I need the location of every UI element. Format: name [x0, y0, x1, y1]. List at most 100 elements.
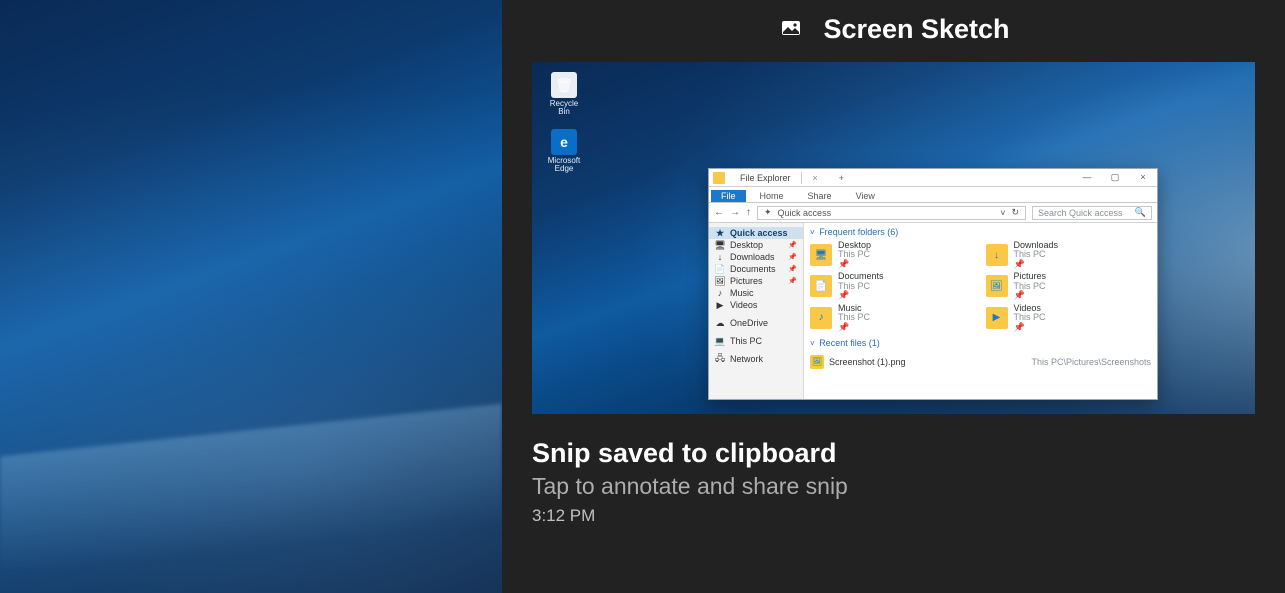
sidebar-item: 🖼 Pictures 📌	[709, 275, 803, 287]
pin-icon: 📌	[1014, 291, 1047, 300]
thumbnail-desktop-icons: 🗑 Recycle Bin e Microsoft Edge	[544, 72, 604, 186]
notification-body[interactable]: Snip saved to clipboard Tap to annotate …	[502, 414, 1285, 526]
new-tab-icon: +	[829, 173, 844, 183]
sidebar-item-label: Videos	[730, 300, 757, 310]
folder-item: ▶VideosThis PC📌	[986, 304, 1152, 332]
sidebar-item: ☁ OneDrive	[709, 317, 803, 329]
folder-item: 📄DocumentsThis PC📌	[810, 272, 976, 300]
group-recent-files: ˅ Recent files (1)	[810, 338, 1151, 348]
sidebar-item: 🖥 Desktop 📌	[709, 239, 803, 251]
minimize-icon: —	[1073, 172, 1101, 183]
sidebar-item: ↓Downloads📌	[709, 251, 803, 263]
sidebar-item-label: Downloads	[730, 252, 775, 262]
folder-icon: ♪	[810, 307, 832, 329]
notification-title: Snip saved to clipboard	[532, 438, 1255, 469]
sidebar-item: 💻 This PC	[709, 335, 803, 347]
pin-icon: 📌	[788, 265, 797, 273]
pin-icon: 📌	[1014, 323, 1046, 332]
sidebar-item-icon: 💻	[715, 336, 725, 346]
search-placeholder: Search Quick access	[1038, 208, 1123, 218]
group-label: Recent files (1)	[819, 338, 880, 348]
chevron-down-icon: ˅	[810, 228, 815, 237]
sidebar-item-label: Network	[730, 354, 763, 364]
sidebar-item-icon: ♪	[715, 288, 725, 298]
edge-icon: e	[551, 129, 577, 155]
ribbon-tab-view: View	[846, 190, 885, 202]
sidebar-item-icon: 📄	[715, 264, 725, 274]
notification-toast[interactable]: Screen Sketch 🗑 Recycle Bin e Microsoft …	[502, 0, 1285, 593]
back-icon: ←	[714, 207, 724, 218]
sidebar-item-icon: 🖼	[715, 276, 725, 286]
desktop-icon-recycle-bin: 🗑 Recycle Bin	[544, 72, 584, 117]
folder-icon: 🖥	[810, 244, 832, 266]
ribbon-tab-file: File	[711, 190, 746, 202]
explorer-ribbon-tabs: File Home Share View	[709, 187, 1157, 203]
sidebar-item: ▶ Videos	[709, 299, 803, 311]
sidebar-item: ★Quick access	[709, 227, 803, 239]
notification-app-name: Screen Sketch	[823, 14, 1009, 45]
pin-icon: 📌	[788, 253, 797, 261]
forward-icon: →	[730, 207, 740, 218]
folder-item: ↓DownloadsThis PC📌	[986, 241, 1152, 269]
desktop-icon-label: Microsoft Edge	[544, 157, 584, 174]
refresh-icon: ↻	[1011, 207, 1019, 218]
sidebar-item: 📄 Documents 📌	[709, 263, 803, 275]
ribbon-tab-home: Home	[750, 190, 794, 202]
explorer-content: ˅ Frequent folders (6) 🖥DesktopThis PC📌 ↓…	[804, 223, 1157, 399]
sidebar-item-icon: ☁	[715, 318, 725, 328]
ribbon-tab-share: Share	[798, 190, 842, 202]
quick-access-icon: ✦	[764, 207, 772, 218]
breadcrumb: ✦ Quick access ˅ ↻	[757, 206, 1026, 220]
folder-item: 🖼PicturesThis PC📌	[986, 272, 1152, 300]
sidebar-item: 🖧 Network	[709, 353, 803, 365]
explorer-tab: File Explorer	[730, 172, 802, 184]
recycle-bin-icon: 🗑	[551, 72, 577, 98]
pin-icon: 📌	[788, 241, 797, 249]
frequent-folders-grid: 🖥DesktopThis PC📌 ↓DownloadsThis PC📌 📄Docum…	[810, 241, 1151, 332]
pin-icon: 📌	[1014, 260, 1059, 269]
pin-icon: 📌	[788, 277, 797, 285]
folder-icon: 🖼	[986, 275, 1008, 297]
folder-icon	[713, 172, 725, 184]
sidebar-item-icon: ▶	[715, 300, 725, 310]
folder-item: 🖥DesktopThis PC📌	[810, 241, 976, 269]
notification-thumbnail[interactable]: 🗑 Recycle Bin e Microsoft Edge File Expl…	[532, 62, 1255, 414]
search-input: Search Quick access 🔍	[1032, 206, 1152, 220]
image-file-icon: 🖼	[810, 355, 824, 369]
file-explorer-window: File Explorer × + — ▢ × File Home Share …	[708, 168, 1158, 400]
sidebar-item-label: Documents	[730, 264, 776, 274]
sidebar-item-label: Desktop	[730, 240, 763, 250]
folder-item: ♪MusicThis PC📌	[810, 304, 976, 332]
recent-file-row: 🖼 Screenshot (1).png This PC\Pictures\Sc…	[810, 352, 1151, 369]
folder-icon: ↓	[986, 244, 1008, 266]
folder-icon: 📄	[810, 275, 832, 297]
desktop-icon-label: Recycle Bin	[544, 100, 584, 117]
explorer-address-bar: ← → ↑ ✦ Quick access ˅ ↻ Search Quick ac…	[709, 203, 1157, 223]
notification-header: Screen Sketch	[502, 0, 1285, 58]
chevron-down-icon: ˅	[1000, 208, 1005, 218]
pin-icon: 📌	[838, 291, 884, 300]
sidebar-item-label: Pictures	[730, 276, 763, 286]
explorer-sidebar: ★Quick access🖥Desktop📌↓Downloads📌📄Docume…	[709, 223, 804, 399]
pin-icon: 📌	[838, 260, 871, 269]
breadcrumb-text: Quick access	[778, 208, 832, 218]
group-label: Frequent folders (6)	[819, 227, 898, 237]
screen-sketch-icon	[777, 15, 805, 43]
sidebar-item-label: This PC	[730, 336, 762, 346]
sidebar-item-icon: 🖧	[715, 354, 725, 364]
window-controls: — ▢ ×	[1073, 172, 1157, 183]
sidebar-item-label: OneDrive	[730, 318, 768, 328]
desktop-icon-edge: e Microsoft Edge	[544, 129, 584, 174]
explorer-titlebar: File Explorer × + — ▢ ×	[709, 169, 1157, 187]
sidebar-item-icon: 🖥	[715, 240, 725, 250]
pin-icon: 📌	[838, 323, 870, 332]
folder-icon: ▶	[986, 307, 1008, 329]
group-frequent-folders: ˅ Frequent folders (6)	[810, 227, 1151, 237]
sidebar-item: ♪ Music	[709, 287, 803, 299]
sidebar-item-label: Music	[730, 288, 754, 298]
notification-subtitle: Tap to annotate and share snip	[532, 473, 1255, 500]
sidebar-item-label: Quick access	[730, 228, 788, 238]
recent-file-name: Screenshot (1).png	[829, 357, 906, 367]
up-icon: ↑	[746, 207, 751, 218]
notification-time: 3:12 PM	[532, 506, 1255, 526]
